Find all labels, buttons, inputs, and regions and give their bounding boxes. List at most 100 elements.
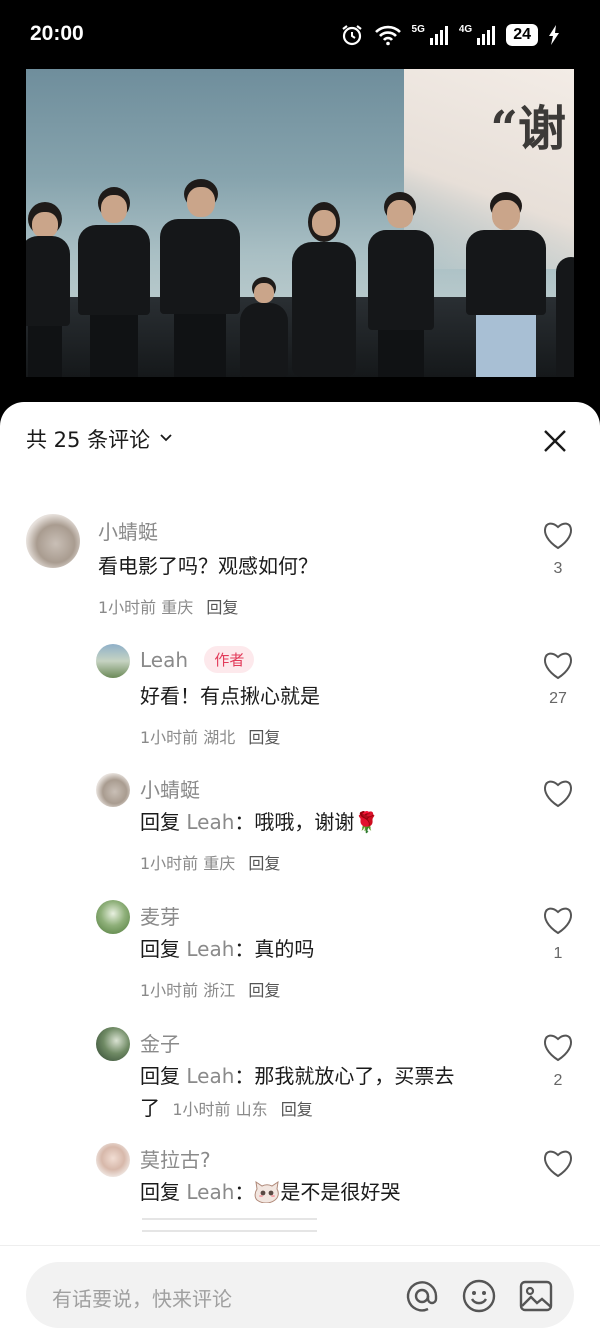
comment-author[interactable]: 小蜻蜓	[140, 774, 200, 803]
comment-location: 山东	[235, 1100, 268, 1119]
comment-meta: 1小时前 浙江 回复	[140, 977, 280, 1001]
mention-button[interactable]	[404, 1278, 440, 1314]
person-figure	[240, 277, 288, 377]
like-count: 2	[553, 1072, 563, 1089]
avatar[interactable]	[96, 644, 130, 678]
reply-prefix: 回复	[140, 1064, 180, 1088]
avatar[interactable]	[96, 773, 130, 807]
reply-button[interactable]: 回复	[248, 728, 280, 747]
comment-input[interactable]: 有话要说，快来评论	[26, 1262, 574, 1328]
person-figure	[26, 202, 70, 377]
reply-text: 是不是很好哭	[280, 1180, 401, 1204]
loading-placeholder	[142, 1218, 317, 1242]
comment-time: 1小时前	[140, 981, 199, 1000]
like-button[interactable]	[538, 778, 578, 808]
reply-target[interactable]: Leah	[186, 1064, 234, 1088]
reply-separator: ：	[234, 937, 255, 961]
person-figure	[466, 192, 546, 377]
comment-sheet: 共 25 条评论 小蜻蜓 看电影了吗？观感如何？ 1小时前 重庆 回复 3 Le…	[0, 402, 600, 1341]
reply-separator: ：	[234, 1064, 255, 1088]
like-button[interactable]: 2	[538, 1032, 578, 1090]
signal-icon	[429, 25, 449, 45]
reply-text: 了	[140, 1096, 160, 1120]
comment-count-title: 共 25 条评论	[26, 428, 151, 452]
like-count: 3	[553, 560, 563, 577]
reply-button[interactable]: 回复	[248, 981, 280, 1000]
comment-meta: 1小时前 湖北 回复	[140, 724, 280, 748]
avatar[interactable]	[96, 1143, 130, 1177]
author-badge: 作者	[204, 646, 255, 673]
comment-meta: 1小时前 重庆 回复	[140, 850, 280, 874]
reply-prefix: 回复	[140, 1180, 180, 1204]
status-bar: 20:00 5G 4G 24	[0, 0, 600, 70]
heart-icon	[544, 780, 572, 808]
comment-author-name: Leah	[140, 648, 189, 672]
reply-target[interactable]: Leah	[186, 1180, 234, 1204]
comment-location: 浙江	[203, 981, 236, 1000]
reply-button[interactable]: 回复	[248, 854, 280, 873]
emoji-button[interactable]	[461, 1278, 497, 1314]
comment-text[interactable]: 回复 Leah：哦哦，谢谢🌹	[140, 806, 379, 838]
like-button[interactable]: 3	[538, 520, 578, 578]
heart-icon	[544, 907, 572, 935]
battery-icon: 24	[506, 24, 538, 46]
comment-location: 湖北	[203, 728, 236, 747]
video-player[interactable]: “谢	[26, 69, 574, 377]
reply-button[interactable]: 回复	[206, 598, 238, 617]
heart-icon	[544, 1034, 572, 1062]
comment-count-selector[interactable]: 共 25 条评论	[26, 424, 174, 454]
like-button[interactable]: 1	[538, 905, 578, 963]
heart-icon	[544, 522, 572, 550]
comment-text[interactable]: 回复 Leah： 是不是很好哭	[140, 1176, 400, 1208]
person-figure	[160, 179, 240, 377]
comment-text[interactable]: 回复 Leah：真的吗	[140, 933, 314, 965]
comment-author[interactable]: 莫拉古?	[140, 1144, 211, 1173]
comment-author[interactable]: Leah 作者	[140, 646, 255, 673]
reply-prefix: 回复	[140, 937, 180, 961]
comment-text-continued: 了 1小时前 山东 回复	[140, 1092, 313, 1126]
comment-text[interactable]: 看电影了吗？观感如何？	[98, 550, 318, 582]
reply-separator: ：	[234, 810, 255, 834]
smiley-icon	[462, 1279, 496, 1313]
network-5g-label: 5G	[411, 23, 425, 35]
heart-icon	[544, 652, 572, 680]
close-icon	[544, 430, 566, 452]
image-button[interactable]	[518, 1278, 554, 1314]
reply-button[interactable]: 回复	[281, 1100, 313, 1119]
reply-prefix: 回复	[140, 810, 180, 834]
comment-time: 1小时前	[98, 598, 157, 617]
close-button[interactable]	[540, 426, 570, 456]
comment-input-bar: 有话要说，快来评论	[0, 1245, 600, 1341]
like-count: 1	[553, 945, 563, 962]
avatar[interactable]	[96, 900, 130, 934]
charging-icon	[548, 25, 560, 45]
wifi-icon	[374, 24, 402, 46]
status-time: 20:00	[30, 22, 84, 45]
person-figure	[368, 192, 434, 377]
comment-time: 1小时前	[172, 1100, 231, 1119]
like-button[interactable]: 27	[538, 650, 578, 708]
person-figure	[556, 247, 574, 377]
comment-time: 1小时前	[140, 854, 199, 873]
reply-text: 哦哦，谢谢🌹	[254, 810, 380, 834]
like-count: 27	[549, 690, 567, 707]
comment-author[interactable]: 金子	[140, 1028, 180, 1057]
person-figure	[292, 202, 356, 377]
comment-author[interactable]: 小蜻蜓	[98, 516, 158, 545]
avatar[interactable]	[96, 1027, 130, 1061]
heart-icon	[544, 1150, 572, 1178]
reply-text: 那我就放心了，买票去	[254, 1064, 455, 1088]
reply-target[interactable]: Leah	[186, 937, 234, 961]
comment-author[interactable]: 麦芽	[140, 901, 180, 930]
comment-text[interactable]: 回复 Leah：那我就放心了，买票去	[140, 1060, 454, 1092]
avatar[interactable]	[26, 514, 80, 568]
like-button[interactable]	[538, 1148, 578, 1178]
signal-icon	[476, 25, 496, 45]
comment-meta: 1小时前 重庆 回复	[98, 594, 238, 618]
comment-time: 1小时前	[140, 728, 199, 747]
cat-emoji-icon	[254, 1180, 280, 1204]
comment-text[interactable]: 好看！有点揪心就是	[140, 680, 320, 712]
comment-input-placeholder: 有话要说，快来评论	[52, 1287, 232, 1311]
reply-separator: ：	[234, 1180, 255, 1204]
reply-target[interactable]: Leah	[186, 810, 234, 834]
